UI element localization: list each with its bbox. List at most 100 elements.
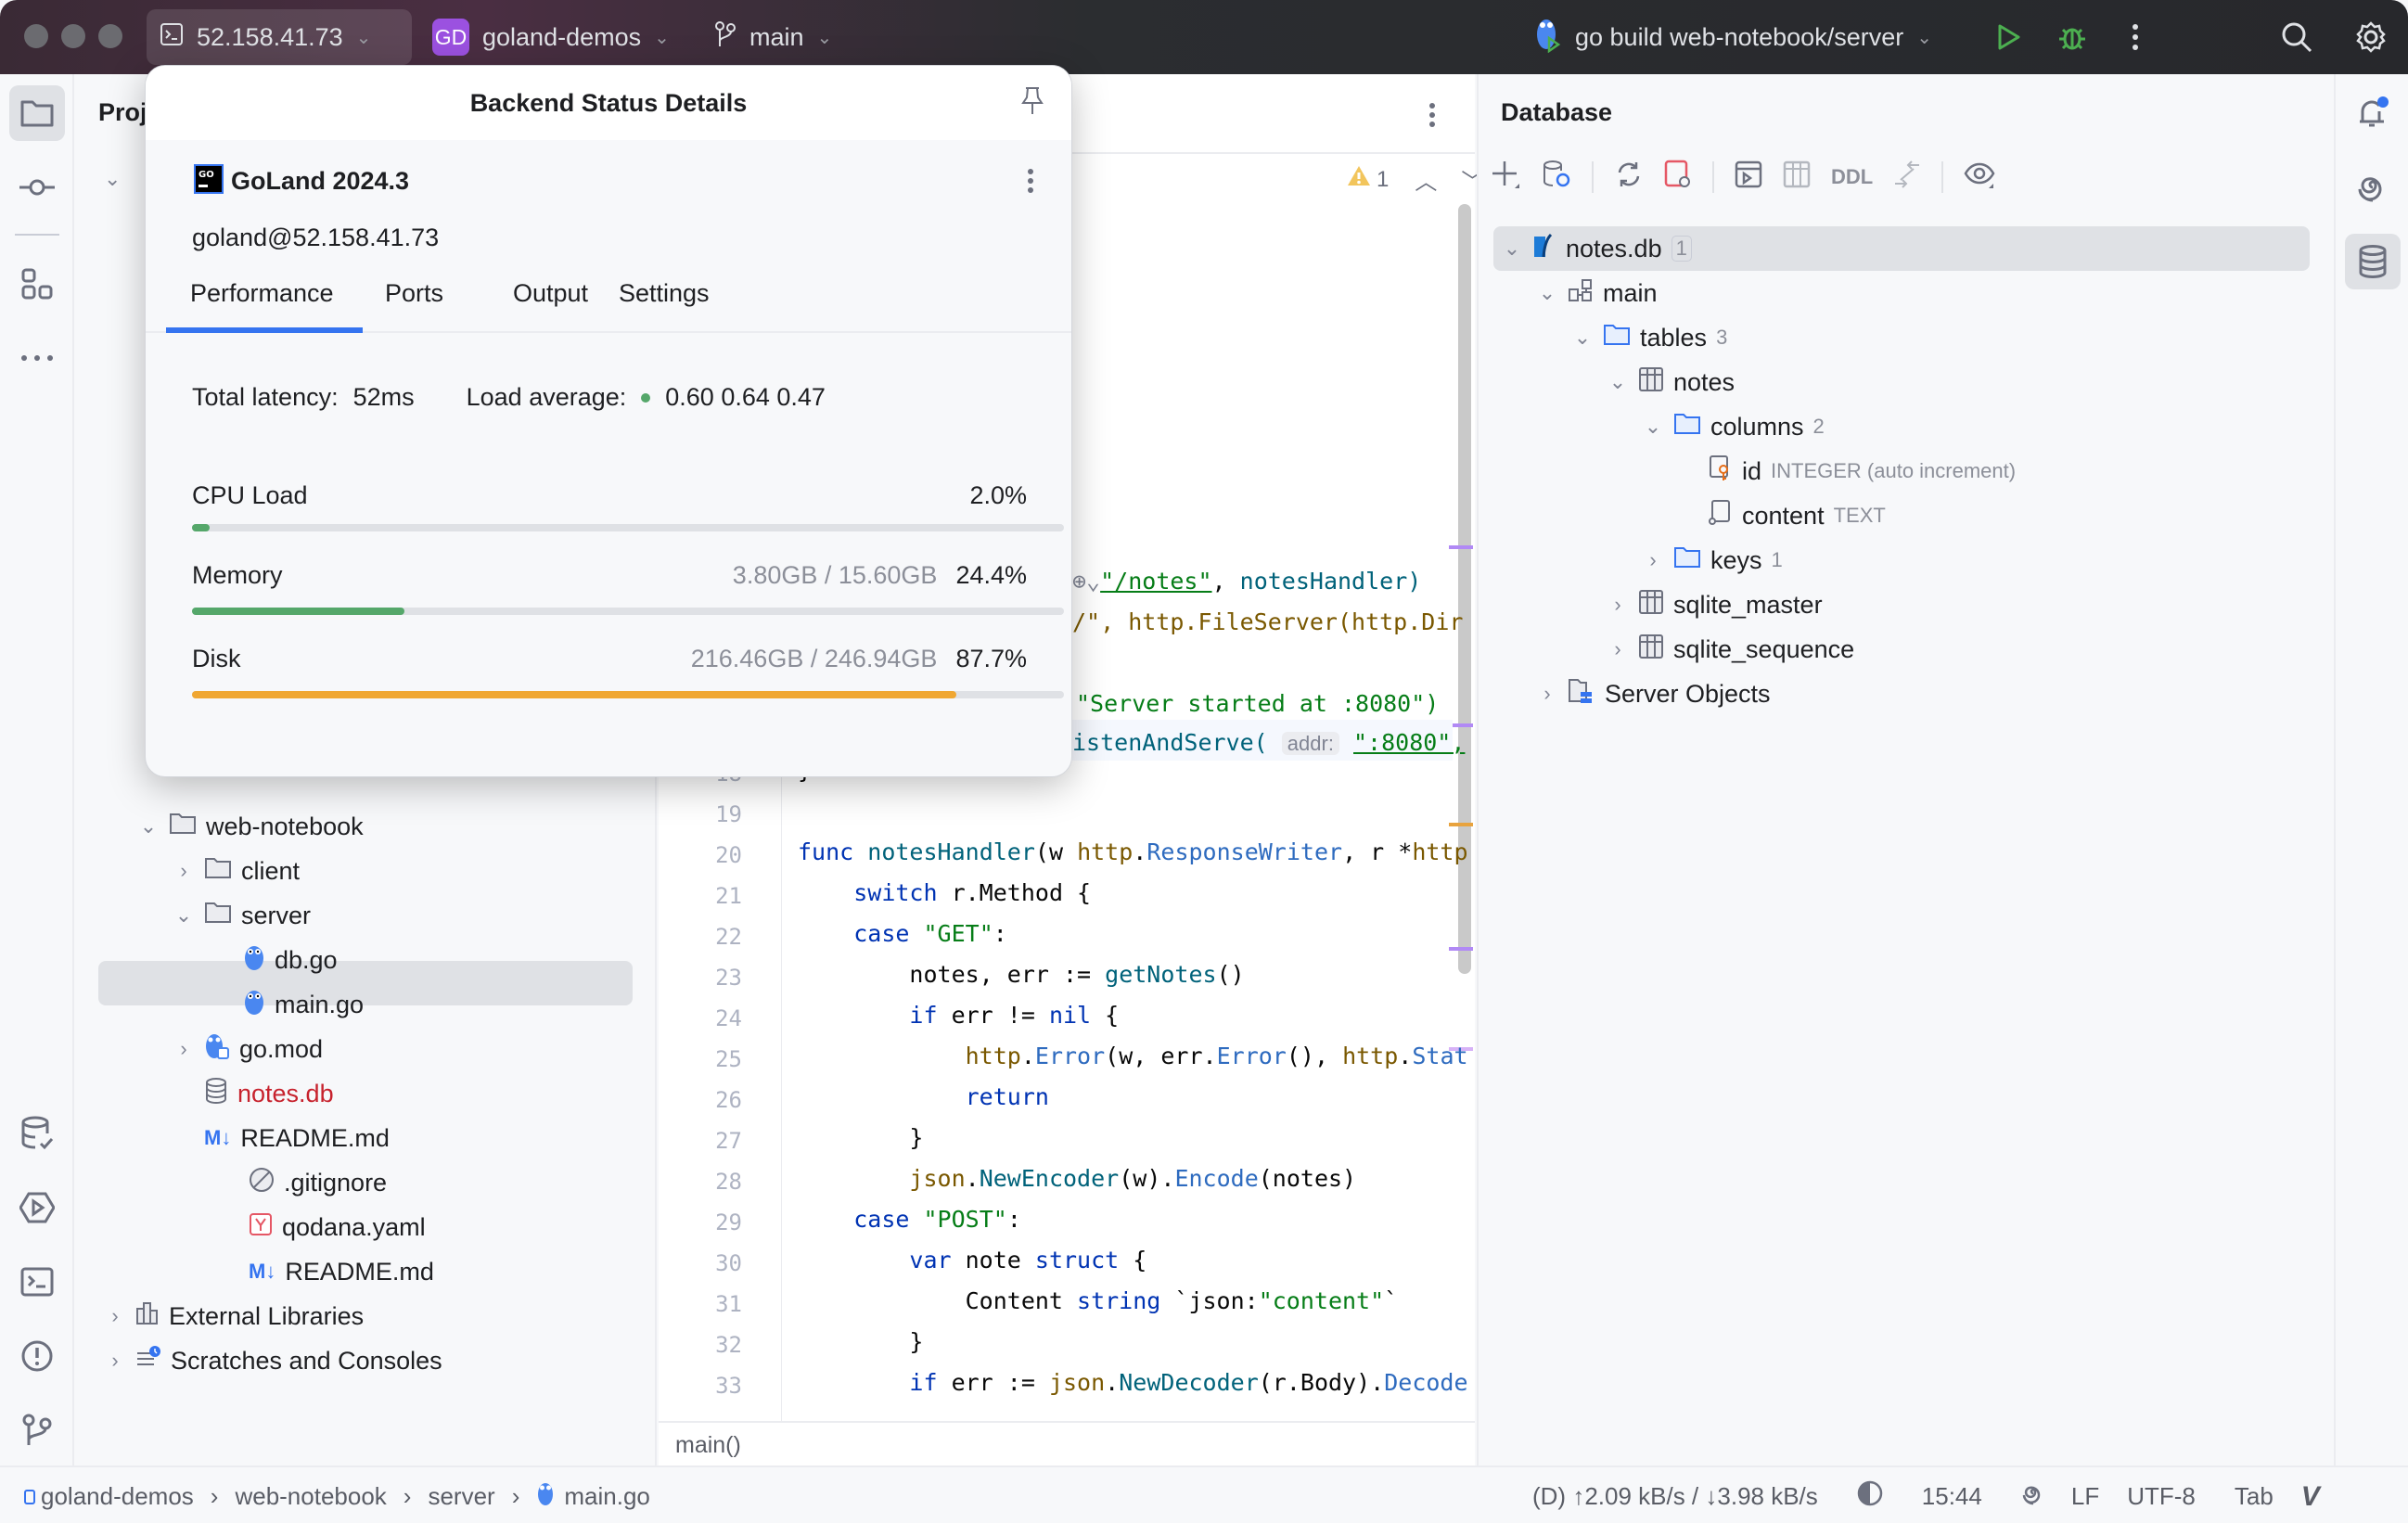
vim-icon[interactable]: V	[2301, 1481, 2320, 1513]
db-tree-main-schema[interactable]: ⌄ main	[1536, 272, 1658, 314]
popup-more-icon[interactable]	[1027, 168, 1034, 198]
db-tree-column-content[interactable]: content TEXT	[1709, 494, 1886, 537]
run-button[interactable]	[1991, 19, 2028, 56]
chevron-down-icon[interactable]: ⌄	[1536, 281, 1558, 305]
tree-item-client[interactable]: › client	[173, 850, 300, 892]
breadcrumb-item[interactable]: goland-demos	[41, 1482, 194, 1511]
db-tree-notes-db[interactable]: ⌄ notes.db 1	[1501, 227, 1692, 270]
compare-icon[interactable]	[1893, 160, 1921, 194]
structure-tool-button[interactable]	[9, 256, 65, 312]
line-number[interactable]: 26	[686, 1087, 742, 1113]
disconnect-icon[interactable]	[1664, 160, 1692, 194]
window-minimize-button[interactable]	[61, 24, 85, 48]
tree-item-db-go[interactable]: db.go	[243, 939, 338, 981]
previous-highlight-icon[interactable]: ︿	[1415, 163, 1437, 196]
inspection-widget[interactable]: 1 ︿ ﹀	[1347, 163, 1483, 196]
db-tree-column-id[interactable]: id INTEGER (auto increment)	[1709, 450, 2016, 493]
editor-tab-options-icon[interactable]	[1428, 102, 1436, 133]
line-number[interactable]: 23	[686, 965, 742, 991]
window-zoom-button[interactable]	[98, 24, 122, 48]
ai-assistant-spiral-icon[interactable]	[2021, 1481, 2045, 1512]
chevron-right-icon[interactable]: ›	[104, 1349, 126, 1373]
line-number[interactable]: 32	[686, 1332, 742, 1358]
network-speed[interactable]: (D) ↑2.09 kB/s / ↓3.98 kB/s	[1532, 1482, 1818, 1511]
tree-item-web-notebook[interactable]: ⌄ web-notebook	[137, 805, 364, 848]
problems-icon[interactable]	[9, 1328, 65, 1384]
branch-widget[interactable]: main ⌄	[701, 9, 845, 65]
datasource-properties-icon[interactable]	[1542, 160, 1571, 194]
breadcrumb-item[interactable]: web-notebook	[235, 1482, 386, 1511]
more-actions-icon[interactable]	[2117, 19, 2154, 56]
db-tree-tables[interactable]: ⌄ tables 3	[1571, 316, 1728, 359]
tree-item-gitignore[interactable]: .gitignore	[249, 1161, 387, 1204]
chevron-down-icon[interactable]: ⌄	[104, 167, 121, 191]
pin-icon[interactable]	[1021, 86, 1044, 122]
commit-tool-button[interactable]	[9, 160, 65, 215]
database-changes-icon[interactable]	[9, 1106, 65, 1161]
tree-item-go-mod[interactable]: › go.mod	[173, 1028, 323, 1070]
line-number[interactable]: 25	[686, 1046, 742, 1072]
tree-item-notes-db[interactable]: notes.db	[204, 1072, 334, 1115]
line-number[interactable]: 28	[686, 1169, 742, 1195]
project-widget[interactable]: GD goland-demos ⌄	[419, 9, 683, 65]
tree-item-readme-root[interactable]: M↓ README.md	[249, 1250, 434, 1293]
db-tree-columns[interactable]: ⌄ columns 2	[1642, 405, 1825, 448]
chevron-right-icon[interactable]: ›	[1536, 682, 1558, 706]
chevron-right-icon[interactable]: ›	[173, 1037, 195, 1061]
chevron-down-icon[interactable]: ⌄	[1501, 237, 1523, 261]
editor-breadcrumb-function[interactable]: main()	[675, 1432, 741, 1459]
services-icon[interactable]	[9, 1180, 65, 1235]
notifications-icon[interactable]	[2345, 85, 2401, 141]
refresh-icon[interactable]	[1614, 160, 1644, 194]
line-number[interactable]: 19	[686, 801, 742, 827]
tree-item-readme-inner[interactable]: M↓ README.md	[204, 1117, 390, 1159]
tab-performance[interactable]: Performance	[190, 279, 334, 308]
chevron-down-icon[interactable]: ⌄	[1642, 415, 1664, 439]
line-number[interactable]: 20	[686, 842, 742, 868]
window-close-button[interactable]	[24, 24, 48, 48]
caret-position[interactable]: 15:44	[1922, 1482, 1982, 1511]
search-icon[interactable]	[2278, 19, 2315, 56]
chevron-right-icon[interactable]: ›	[1642, 548, 1664, 572]
tab-ports[interactable]: Ports	[385, 279, 443, 308]
db-tree-sqlite-sequence[interactable]: › sqlite_sequence	[1607, 628, 1854, 671]
globe-icon[interactable]: ⊕⌄	[1072, 568, 1100, 595]
chevron-down-icon[interactable]: ⌄	[173, 903, 195, 928]
settings-gear-icon[interactable]	[2352, 19, 2389, 56]
breadcrumb-item[interactable]: main.go	[564, 1482, 650, 1511]
database-tool-button[interactable]	[2345, 234, 2401, 289]
git-tool-icon[interactable]	[9, 1402, 65, 1458]
chevron-right-icon[interactable]: ›	[1607, 637, 1629, 661]
line-number[interactable]: 31	[686, 1291, 742, 1317]
indent-setting[interactable]: Tab	[2235, 1482, 2274, 1511]
line-separator[interactable]: LF	[2071, 1482, 2099, 1511]
table-view-icon[interactable]	[1783, 160, 1811, 193]
chevron-down-icon[interactable]: ⌄	[1571, 326, 1594, 350]
tab-output[interactable]: Output	[513, 279, 588, 308]
tab-settings[interactable]: Settings	[619, 279, 710, 308]
add-datasource-icon[interactable]	[1492, 160, 1521, 194]
terminal-tool-icon[interactable]	[9, 1254, 65, 1310]
chevron-down-icon[interactable]: ⌄	[1607, 370, 1629, 394]
theme-contrast-icon[interactable]	[1857, 1480, 1883, 1513]
run-config-widget[interactable]: go build web-notebook/server ⌄	[1521, 9, 1945, 65]
view-options-icon[interactable]	[1964, 160, 1995, 194]
db-tree-sqlite-master[interactable]: › sqlite_master	[1607, 583, 1823, 626]
db-tree-notes-table[interactable]: ⌄ notes	[1607, 361, 1735, 403]
chevron-right-icon[interactable]: ›	[173, 859, 195, 883]
line-number[interactable]: 21	[686, 883, 742, 909]
line-number[interactable]: 30	[686, 1250, 742, 1276]
file-encoding[interactable]: UTF-8	[2127, 1482, 2196, 1511]
chevron-right-icon[interactable]: ›	[104, 1304, 126, 1328]
tree-item-qodana-yaml[interactable]: qodana.yaml	[249, 1206, 426, 1248]
line-number[interactable]: 24	[686, 1005, 742, 1031]
breadcrumb-item[interactable]: server	[428, 1482, 494, 1511]
more-tools-icon[interactable]	[9, 330, 65, 386]
chevron-down-icon[interactable]: ⌄	[137, 814, 160, 838]
debug-button[interactable]	[2054, 19, 2091, 56]
chevron-right-icon[interactable]: ›	[1607, 593, 1629, 617]
query-console-icon[interactable]	[1735, 160, 1762, 193]
ddl-button[interactable]: DDL	[1831, 165, 1873, 189]
tree-item-main-go[interactable]: main.go	[243, 983, 364, 1026]
project-tool-button[interactable]	[9, 85, 65, 141]
